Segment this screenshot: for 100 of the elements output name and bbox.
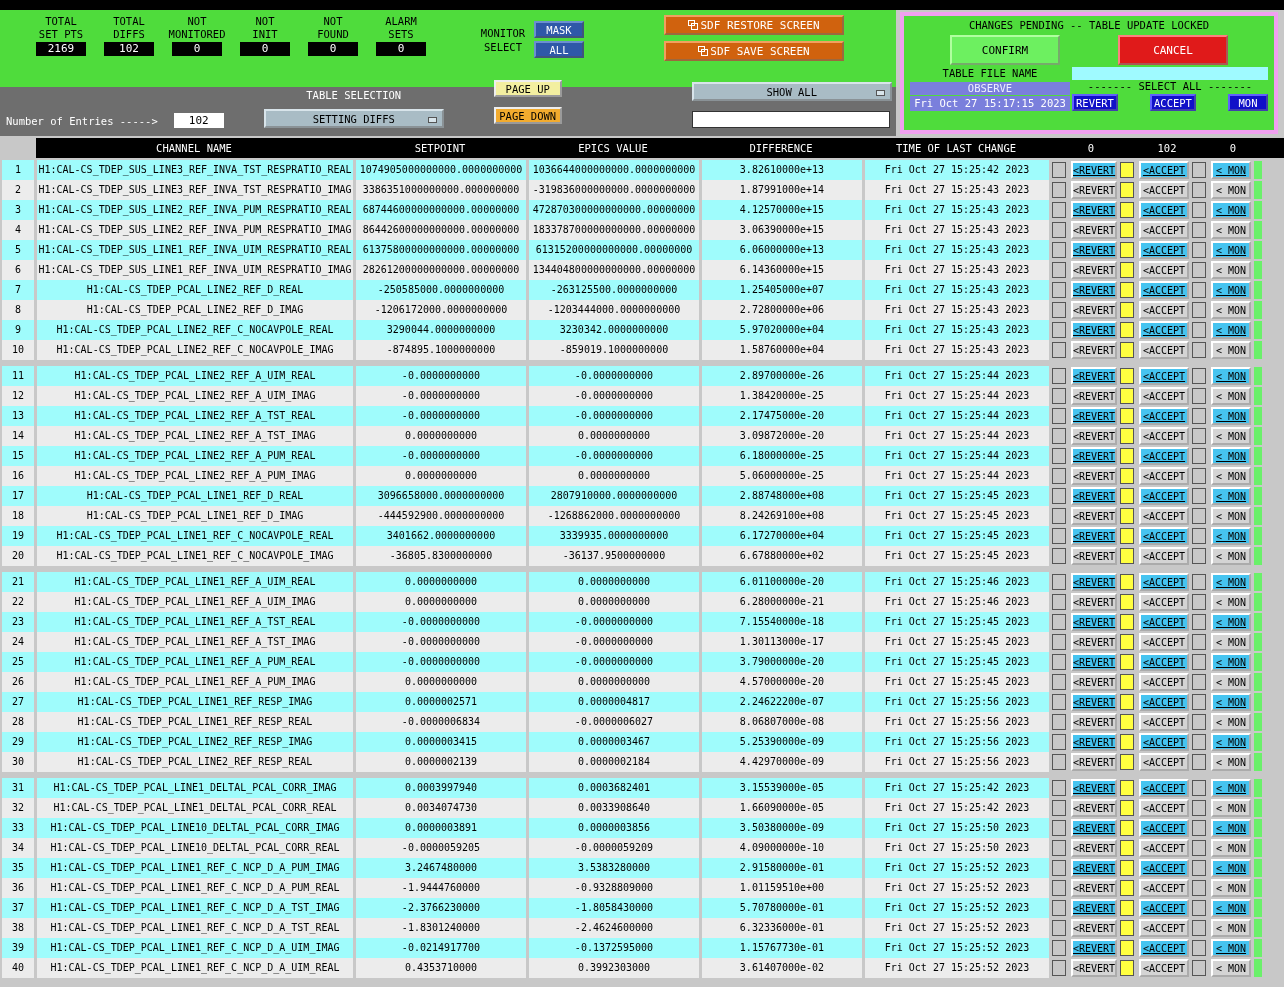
select-all-button[interactable]: MON xyxy=(1228,94,1268,111)
accept-checkbox[interactable] xyxy=(1120,960,1134,976)
monitor-checkbox[interactable] xyxy=(1192,574,1206,590)
accept-checkbox[interactable] xyxy=(1120,654,1134,670)
monitor-checkbox[interactable] xyxy=(1192,508,1206,524)
revert-checkbox[interactable] xyxy=(1052,322,1066,338)
monitor-checkbox[interactable] xyxy=(1192,694,1206,710)
accept-button[interactable]: <ACCEPT xyxy=(1139,779,1189,797)
accept-checkbox[interactable] xyxy=(1120,222,1134,238)
monitor-checkbox[interactable] xyxy=(1192,388,1206,404)
revert-button[interactable]: <REVERT xyxy=(1071,613,1117,631)
monitor-checkbox[interactable] xyxy=(1192,368,1206,384)
accept-button[interactable]: <ACCEPT xyxy=(1139,407,1189,425)
revert-button[interactable]: <REVERT xyxy=(1071,593,1117,611)
monitor-button[interactable]: < MON xyxy=(1211,919,1251,937)
screen-button[interactable]: SDF SAVE SCREEN xyxy=(664,41,844,61)
revert-button[interactable]: <REVERT xyxy=(1071,281,1117,299)
cancel-button[interactable]: CANCEL xyxy=(1118,35,1228,65)
revert-checkbox[interactable] xyxy=(1052,754,1066,770)
accept-checkbox[interactable] xyxy=(1120,202,1134,218)
accept-button[interactable]: <ACCEPT xyxy=(1139,387,1189,405)
monitor-button[interactable]: < MON xyxy=(1211,301,1251,319)
monitor-checkbox[interactable] xyxy=(1192,940,1206,956)
confirm-button[interactable]: CONFIRM xyxy=(950,35,1060,65)
accept-button[interactable]: <ACCEPT xyxy=(1139,593,1189,611)
revert-checkbox[interactable] xyxy=(1052,694,1066,710)
revert-button[interactable]: <REVERT xyxy=(1071,341,1117,359)
revert-checkbox[interactable] xyxy=(1052,900,1066,916)
monitor-checkbox[interactable] xyxy=(1192,408,1206,424)
monitor-button[interactable]: < MON xyxy=(1211,693,1251,711)
accept-button[interactable]: <ACCEPT xyxy=(1139,879,1189,897)
revert-checkbox[interactable] xyxy=(1052,242,1066,258)
monitor-button[interactable]: < MON xyxy=(1211,613,1251,631)
revert-button[interactable]: <REVERT xyxy=(1071,919,1117,937)
monitor-checkbox[interactable] xyxy=(1192,634,1206,650)
monitor-checkbox[interactable] xyxy=(1192,468,1206,484)
accept-checkbox[interactable] xyxy=(1120,860,1134,876)
revert-checkbox[interactable] xyxy=(1052,614,1066,630)
monitor-button[interactable]: < MON xyxy=(1211,959,1251,977)
accept-button[interactable]: <ACCEPT xyxy=(1139,201,1189,219)
revert-checkbox[interactable] xyxy=(1052,408,1066,424)
revert-button[interactable]: <REVERT xyxy=(1071,321,1117,339)
monitor-button[interactable]: < MON xyxy=(1211,261,1251,279)
accept-button[interactable]: <ACCEPT xyxy=(1139,341,1189,359)
accept-checkbox[interactable] xyxy=(1120,368,1134,384)
page-button[interactable]: PAGE UP xyxy=(493,80,562,97)
monitor-button[interactable]: < MON xyxy=(1211,161,1251,179)
monitor-button[interactable]: < MON xyxy=(1211,547,1251,565)
monitor-button[interactable]: < MON xyxy=(1211,447,1251,465)
monitor-checkbox[interactable] xyxy=(1192,488,1206,504)
accept-checkbox[interactable] xyxy=(1120,322,1134,338)
monitor-button[interactable]: < MON xyxy=(1211,673,1251,691)
select-all-button[interactable]: REVERT xyxy=(1072,94,1118,111)
monitor-button[interactable]: < MON xyxy=(1211,467,1251,485)
monitor-checkbox[interactable] xyxy=(1192,594,1206,610)
filter-menu[interactable]: SHOW ALL xyxy=(691,82,892,101)
monitor-checkbox[interactable] xyxy=(1192,302,1206,318)
monitor-button[interactable]: < MON xyxy=(1211,427,1251,445)
monitor-button[interactable]: < MON xyxy=(1211,387,1251,405)
revert-checkbox[interactable] xyxy=(1052,508,1066,524)
accept-button[interactable]: <ACCEPT xyxy=(1139,633,1189,651)
accept-button[interactable]: <ACCEPT xyxy=(1139,839,1189,857)
monitor-button[interactable]: < MON xyxy=(1211,527,1251,545)
accept-checkbox[interactable] xyxy=(1120,162,1134,178)
monitor-button[interactable]: < MON xyxy=(1211,839,1251,857)
monitor-checkbox[interactable] xyxy=(1192,714,1206,730)
monitor-select-button[interactable]: MASK xyxy=(534,21,584,38)
accept-checkbox[interactable] xyxy=(1120,920,1134,936)
monitor-select-button[interactable]: ALL xyxy=(534,41,584,58)
monitor-button[interactable]: < MON xyxy=(1211,181,1251,199)
monitor-button[interactable]: < MON xyxy=(1211,899,1251,917)
screen-button[interactable]: SDF RESTORE SCREEN xyxy=(664,15,844,35)
revert-button[interactable]: <REVERT xyxy=(1071,387,1117,405)
monitor-button[interactable]: < MON xyxy=(1211,779,1251,797)
accept-button[interactable]: <ACCEPT xyxy=(1139,547,1189,565)
accept-button[interactable]: <ACCEPT xyxy=(1139,467,1189,485)
accept-button[interactable]: <ACCEPT xyxy=(1139,447,1189,465)
monitor-checkbox[interactable] xyxy=(1192,880,1206,896)
revert-button[interactable]: <REVERT xyxy=(1071,859,1117,877)
revert-button[interactable]: <REVERT xyxy=(1071,839,1117,857)
accept-button[interactable]: <ACCEPT xyxy=(1139,959,1189,977)
monitor-checkbox[interactable] xyxy=(1192,528,1206,544)
revert-checkbox[interactable] xyxy=(1052,880,1066,896)
monitor-checkbox[interactable] xyxy=(1192,780,1206,796)
monitor-checkbox[interactable] xyxy=(1192,840,1206,856)
accept-checkbox[interactable] xyxy=(1120,428,1134,444)
accept-checkbox[interactable] xyxy=(1120,754,1134,770)
accept-button[interactable]: <ACCEPT xyxy=(1139,733,1189,751)
monitor-button[interactable]: < MON xyxy=(1211,241,1251,259)
revert-button[interactable]: <REVERT xyxy=(1071,507,1117,525)
monitor-checkbox[interactable] xyxy=(1192,734,1206,750)
accept-checkbox[interactable] xyxy=(1120,674,1134,690)
revert-checkbox[interactable] xyxy=(1052,734,1066,750)
accept-button[interactable]: <ACCEPT xyxy=(1139,427,1189,445)
accept-checkbox[interactable] xyxy=(1120,448,1134,464)
accept-button[interactable]: <ACCEPT xyxy=(1139,919,1189,937)
revert-checkbox[interactable] xyxy=(1052,262,1066,278)
revert-button[interactable]: <REVERT xyxy=(1071,487,1117,505)
accept-button[interactable]: <ACCEPT xyxy=(1139,367,1189,385)
revert-button[interactable]: <REVERT xyxy=(1071,241,1117,259)
